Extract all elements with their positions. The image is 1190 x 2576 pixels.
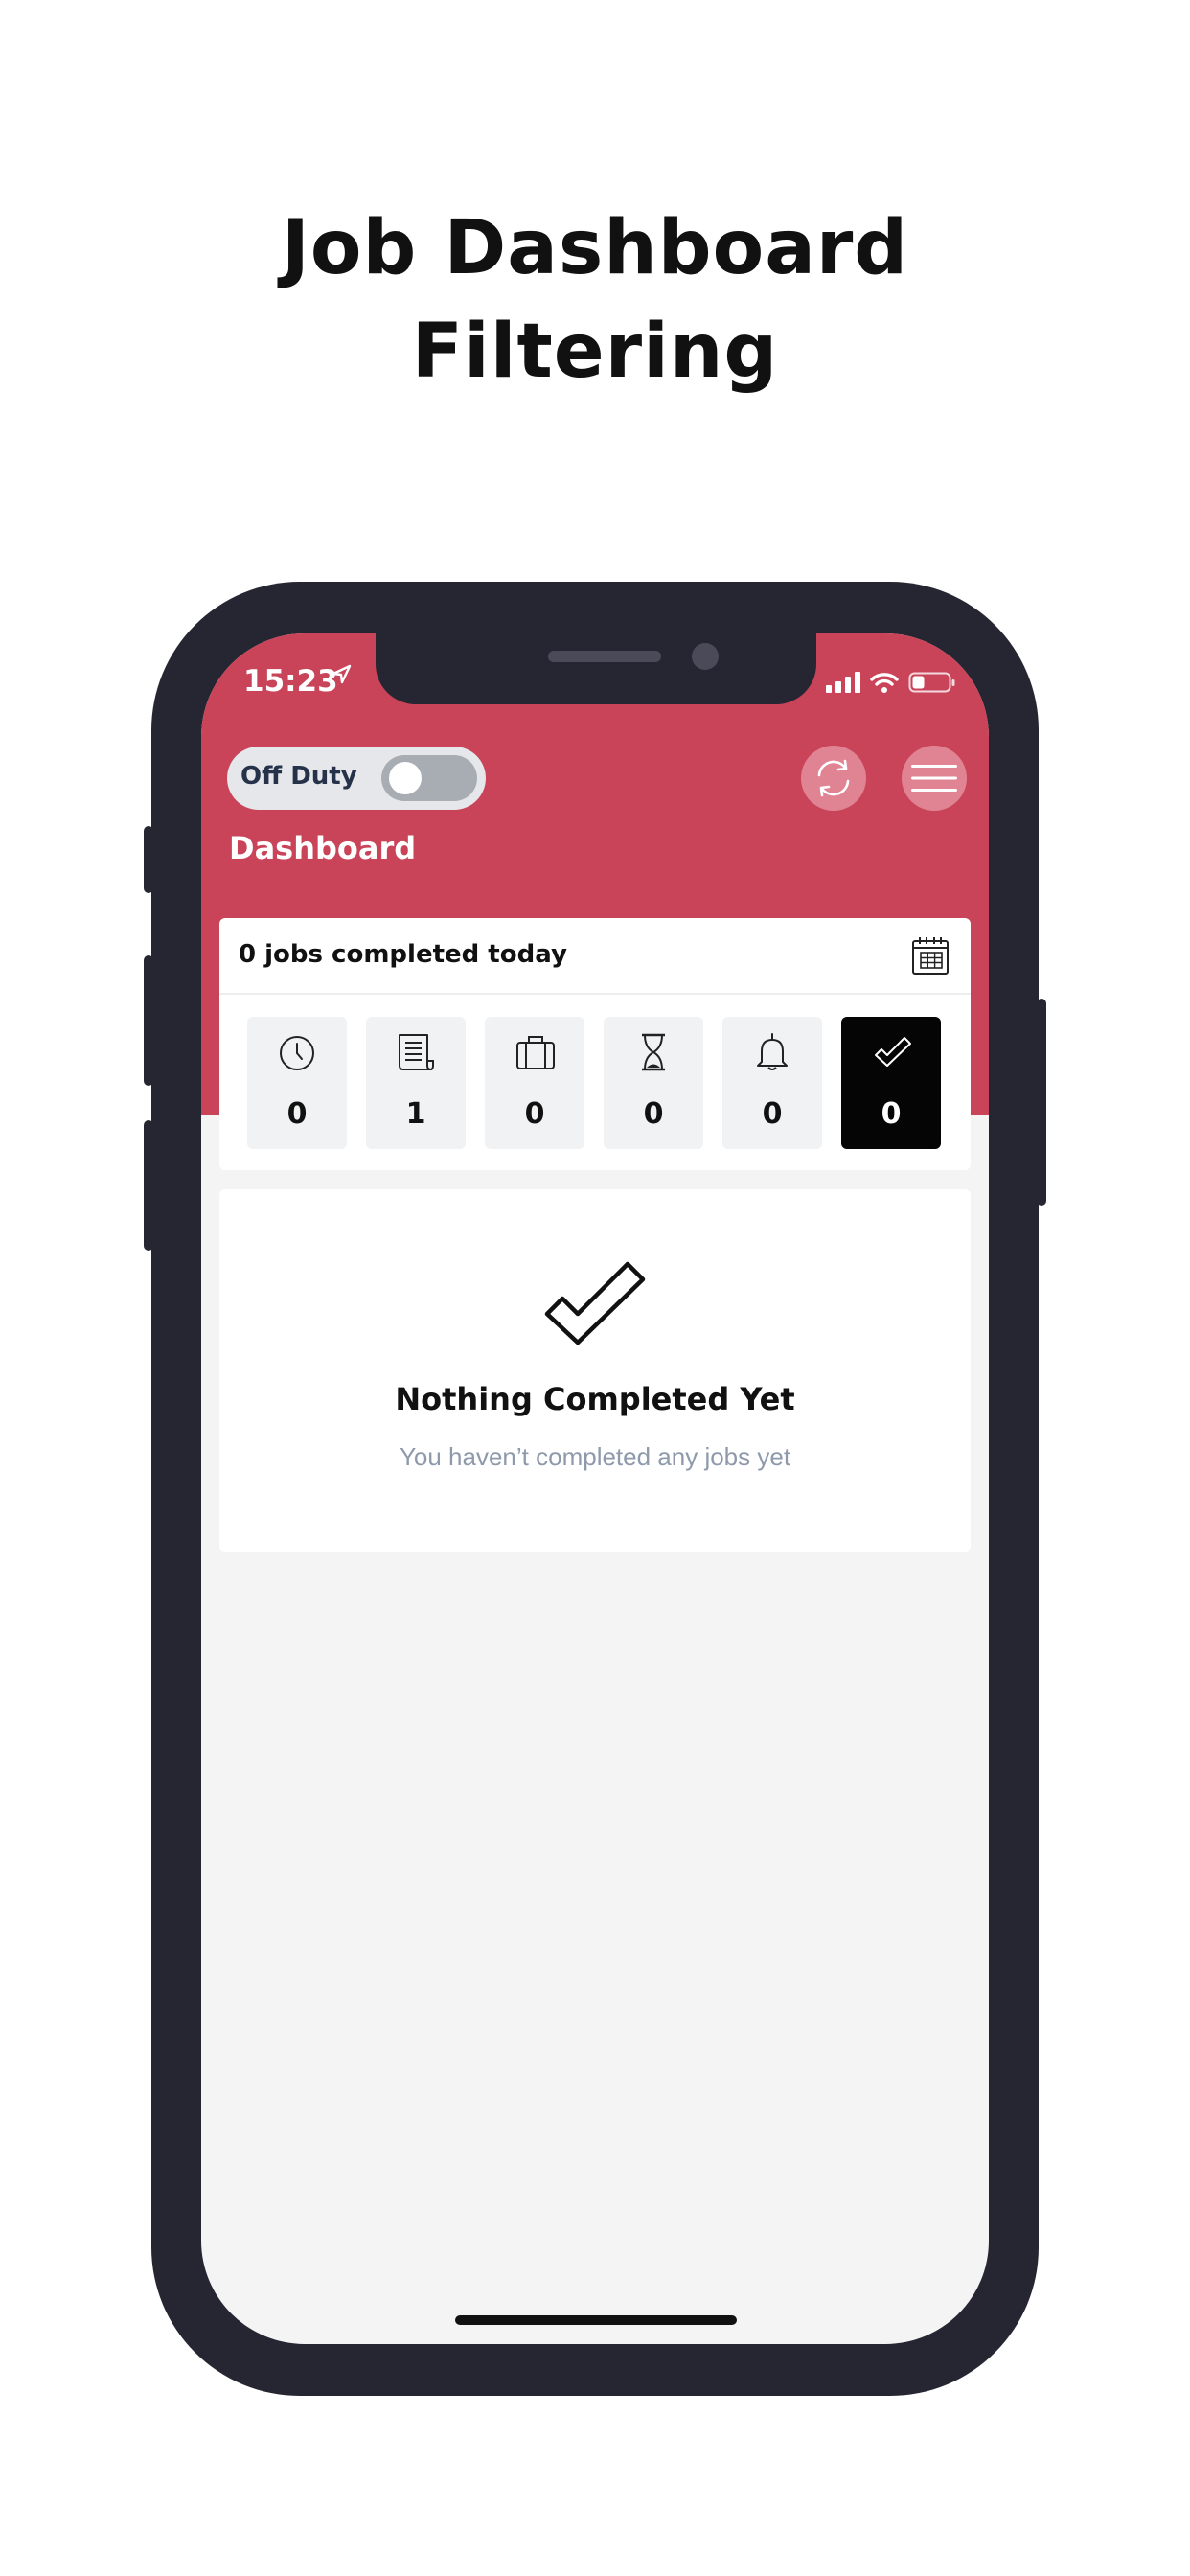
filter-count: 0 bbox=[762, 1097, 783, 1131]
menu-button[interactable] bbox=[902, 746, 967, 811]
filter-count: 0 bbox=[643, 1097, 664, 1131]
location-arrow-icon bbox=[331, 662, 352, 692]
filter-assigned[interactable]: 1 bbox=[366, 1017, 466, 1149]
phone-notch bbox=[376, 633, 816, 704]
phone-frame: 15:23 Off Duty Dashboard 0 jobs complete… bbox=[144, 582, 1046, 2396]
jobs-completed-summary: 0 jobs completed today bbox=[239, 940, 567, 969]
status-filters: 0 1 0 0 0 0 bbox=[247, 1017, 941, 1149]
status-icons bbox=[826, 668, 956, 697]
sync-button[interactable] bbox=[801, 746, 866, 811]
headline-line-2: Filtering bbox=[411, 309, 779, 395]
phone-power-button bbox=[1037, 999, 1046, 1206]
notch-camera bbox=[692, 643, 719, 670]
filter-count: 0 bbox=[881, 1097, 902, 1131]
bell-icon bbox=[757, 1033, 788, 1070]
checkmark-icon bbox=[875, 1037, 911, 1067]
summary-header: 0 jobs completed today bbox=[219, 918, 971, 995]
document-list-icon bbox=[399, 1034, 434, 1070]
duty-switch-knob[interactable] bbox=[389, 762, 422, 794]
phone-mute-switch bbox=[144, 826, 153, 893]
filter-completed[interactable]: 0 bbox=[841, 1017, 941, 1149]
filter-count: 0 bbox=[286, 1097, 308, 1131]
filter-count: 1 bbox=[405, 1097, 426, 1131]
calendar-button[interactable] bbox=[911, 935, 950, 980]
battery-low-icon bbox=[908, 672, 955, 693]
empty-state-title: Nothing Completed Yet bbox=[395, 1381, 795, 1417]
filter-in-progress[interactable]: 0 bbox=[485, 1017, 584, 1149]
app-screen: 15:23 Off Duty Dashboard 0 jobs complete… bbox=[201, 633, 989, 2344]
empty-state-card: Nothing Completed Yet You haven’t comple… bbox=[219, 1189, 971, 1552]
duty-toggle[interactable]: Off Duty bbox=[227, 747, 486, 810]
empty-state-subtitle: You haven’t completed any jobs yet bbox=[399, 1442, 791, 1471]
phone-volume-up bbox=[144, 955, 153, 1086]
home-indicator bbox=[455, 2315, 737, 2325]
summary-card: 0 jobs completed today 0 1 0 0 0 0 bbox=[219, 918, 971, 1170]
filter-alerts[interactable]: 0 bbox=[722, 1017, 822, 1149]
signal-bars-icon bbox=[826, 672, 860, 693]
hamburger-menu-icon bbox=[911, 765, 957, 792]
empty-state-checkmark-icon bbox=[541, 1254, 649, 1351]
page-headline: Job Dashboard Filtering bbox=[0, 196, 1190, 403]
clock-icon bbox=[280, 1036, 314, 1070]
wifi-icon bbox=[870, 673, 899, 693]
page-title: Dashboard bbox=[229, 830, 417, 866]
filter-count: 0 bbox=[524, 1097, 545, 1131]
calendar-icon bbox=[912, 937, 949, 975]
phone-volume-down bbox=[144, 1120, 153, 1251]
notch-speaker bbox=[548, 651, 661, 662]
hourglass-icon bbox=[642, 1033, 665, 1071]
briefcase-icon bbox=[516, 1036, 555, 1070]
filter-pending[interactable]: 0 bbox=[604, 1017, 703, 1149]
status-time: 15:23 bbox=[243, 664, 338, 699]
duty-switch-track[interactable] bbox=[381, 755, 477, 801]
sync-icon bbox=[817, 759, 850, 797]
filter-scheduled[interactable]: 0 bbox=[247, 1017, 347, 1149]
headline-line-1: Job Dashboard bbox=[281, 205, 909, 291]
duty-toggle-label: Off Duty bbox=[240, 762, 357, 791]
